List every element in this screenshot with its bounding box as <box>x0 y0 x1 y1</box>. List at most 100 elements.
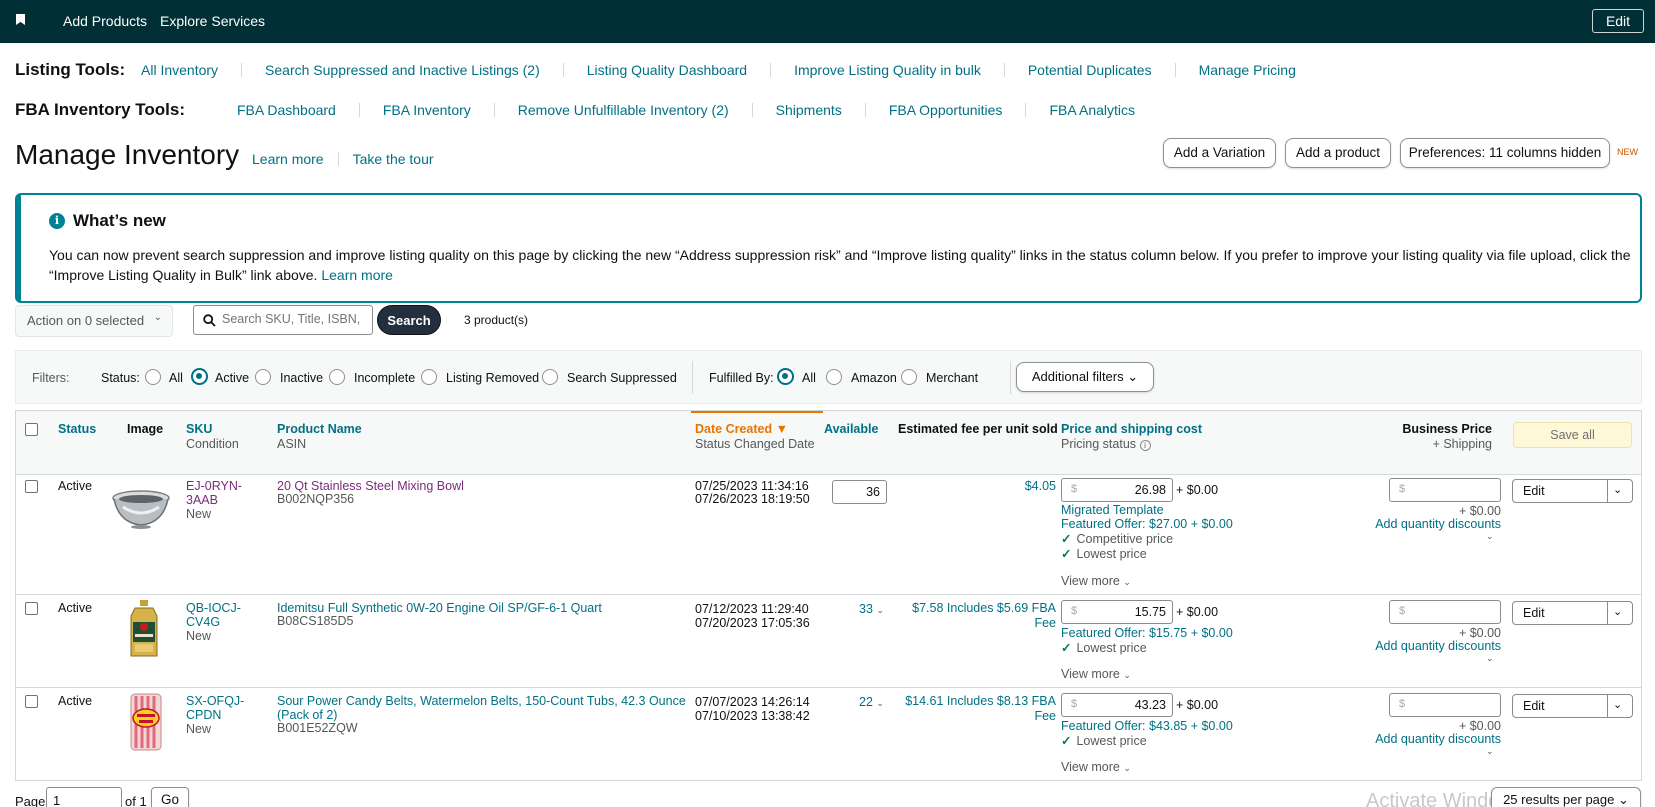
header-business-price: Business Price <box>1402 422 1492 436</box>
header-product-name[interactable]: Product Name <box>277 422 362 437</box>
checkmark-icon: ✓ <box>1061 641 1072 655</box>
status-radio-inactive[interactable] <box>255 369 271 385</box>
take-tour-link[interactable]: Take the tour <box>337 152 457 166</box>
link-shipments[interactable]: Shipments <box>751 103 865 117</box>
row-product-name[interactable]: Idemitsu Full Synthetic 0W-20 Engine Oil… <box>277 601 602 615</box>
available-input[interactable]: 36 <box>832 480 887 504</box>
price-input[interactable]: $43.23 <box>1061 693 1173 717</box>
divider <box>692 361 693 394</box>
page-of: of 1 <box>125 794 147 807</box>
add-quantity-discounts-link[interactable]: Add quantity discounts <box>1316 732 1501 746</box>
whats-new-learn-more[interactable]: Learn more <box>321 267 393 283</box>
bookmark-icon[interactable] <box>16 14 25 25</box>
status-radio-search-suppressed[interactable] <box>542 369 558 385</box>
listing-tools-title: Listing Tools: <box>15 60 126 79</box>
add-variation-button[interactable]: Add a Variation <box>1163 138 1276 168</box>
select-all-checkbox[interactable] <box>25 423 38 436</box>
business-price-input[interactable]: $ <box>1389 600 1501 624</box>
business-price-input[interactable]: $ <box>1389 478 1501 502</box>
edit-nav-button[interactable]: Edit <box>1592 9 1644 33</box>
status-radio-incomplete[interactable] <box>329 369 345 385</box>
go-button[interactable]: Go <box>151 787 189 807</box>
status-radio-listing-removed[interactable] <box>421 369 437 385</box>
edit-row-button[interactable]: Edit ⌄ <box>1512 479 1633 503</box>
row-asin: B001E52ZQW <box>277 721 358 735</box>
link-fba-opportunities[interactable]: FBA Opportunities <box>864 103 1026 117</box>
header-price-shipping[interactable]: Price and shipping cost <box>1061 422 1202 437</box>
info-icon[interactable]: i <box>1139 440 1151 451</box>
row-product-name[interactable]: Sour Power Candy Belts, Watermelon Belts… <box>277 694 693 722</box>
status-radio-active[interactable] <box>191 368 208 385</box>
results-per-page-dropdown[interactable]: 25 results per page ⌄ <box>1491 787 1641 807</box>
row-fee[interactable]: $7.58 Includes $5.69 FBA <box>896 601 1056 615</box>
fulfilled-radio-amazon[interactable] <box>826 369 842 385</box>
fulfilled-radio-merchant[interactable] <box>901 369 917 385</box>
add-quantity-discounts-link[interactable]: Add quantity discounts <box>1316 517 1501 531</box>
row-fee[interactable]: $4.05 <box>896 479 1056 493</box>
row-product-name[interactable]: 20 Qt Stainless Steel Mixing Bowl <box>277 479 464 493</box>
chevron-down-icon[interactable]: ⌄ <box>1486 651 1494 665</box>
price-input[interactable]: $26.98 <box>1061 478 1173 502</box>
edit-row-button[interactable]: Edit ⌄ <box>1512 694 1633 718</box>
link-fba-dashboard[interactable]: FBA Dashboard <box>237 103 359 117</box>
product-image-candy[interactable] <box>129 692 163 752</box>
save-all-button[interactable]: Save all <box>1513 422 1632 448</box>
header-available[interactable]: Available <box>824 422 878 437</box>
add-products-link[interactable]: Add Products <box>63 13 147 29</box>
link-all-inventory[interactable]: All Inventory <box>141 63 241 77</box>
row-checkbox[interactable] <box>25 480 38 493</box>
header-date-created[interactable]: Date Created ▼ <box>695 422 788 437</box>
fulfilled-radio-all[interactable] <box>777 368 794 385</box>
preferences-button[interactable]: Preferences: 11 columns hidden <box>1400 138 1610 168</box>
chevron-down-icon[interactable]: ⌄ <box>1486 529 1494 543</box>
product-image-oil[interactable] <box>129 600 159 658</box>
row-sku[interactable]: EJ-0RYN-3AAB <box>186 479 246 507</box>
add-product-button[interactable]: Add a product <box>1285 138 1391 168</box>
listing-tools-nav: All Inventory Search Suppressed and Inac… <box>141 63 1319 77</box>
chevron-down-icon[interactable]: ⌄ <box>1486 744 1494 758</box>
link-potential-duplicates[interactable]: Potential Duplicates <box>1003 63 1175 77</box>
fulfilled-option-label: Amazon <box>851 371 897 385</box>
chevron-down-icon: ⌄ <box>1123 577 1131 587</box>
header-sku[interactable]: SKU <box>186 422 212 437</box>
row-sku[interactable]: QB-IOCJ-CV4G <box>186 601 246 629</box>
business-shipping: + $0.00 <box>1458 626 1501 640</box>
page-input[interactable]: 1 <box>46 787 122 807</box>
row-fee-suffix: Fee <box>1034 709 1056 723</box>
business-price-input[interactable]: $ <box>1389 693 1501 717</box>
row-fee[interactable]: $14.61 Includes $8.13 FBA <box>896 694 1056 708</box>
view-more-link[interactable]: View more ⌄ <box>1061 760 1131 775</box>
chevron-down-icon[interactable]: ⌄ <box>1613 483 1622 496</box>
price-input[interactable]: $15.75 <box>1061 600 1173 624</box>
link-improve-listing-quality[interactable]: Improve Listing Quality in bulk <box>770 63 1004 77</box>
search-input[interactable] <box>222 312 370 326</box>
link-manage-pricing[interactable]: Manage Pricing <box>1174 63 1319 77</box>
link-fba-inventory[interactable]: FBA Inventory <box>358 103 494 117</box>
learn-more-link[interactable]: Learn more <box>252 152 338 166</box>
row-available[interactable]: 33 ⌄ <box>859 602 884 617</box>
view-more-link[interactable]: View more ⌄ <box>1061 667 1131 682</box>
row-sku[interactable]: SX-OFQJ-CPDN <box>186 694 246 722</box>
row-condition: New <box>186 629 212 643</box>
chevron-down-icon[interactable]: ⌄ <box>1613 698 1622 711</box>
edit-row-button[interactable]: Edit ⌄ <box>1512 601 1633 625</box>
add-quantity-discounts-link[interactable]: Add quantity discounts <box>1316 639 1501 653</box>
search-button[interactable]: Search <box>377 305 441 335</box>
row-checkbox[interactable] <box>25 602 38 615</box>
row-available[interactable]: 22 ⌄ <box>859 695 884 710</box>
row-checkbox[interactable] <box>25 695 38 708</box>
migrated-template-link[interactable]: Migrated Template <box>1061 503 1164 517</box>
action-dropdown[interactable]: Action on 0 selected ⌄ <box>15 305 173 337</box>
link-search-suppressed[interactable]: Search Suppressed and Inactive Listings … <box>241 63 563 77</box>
explore-services-link[interactable]: Explore Services <box>160 13 265 29</box>
divider <box>16 594 1641 595</box>
link-remove-unfulfillable[interactable]: Remove Unfulfillable Inventory (2) <box>493 103 752 117</box>
view-more-link[interactable]: View more ⌄ <box>1061 574 1131 589</box>
product-image-bowl[interactable] <box>111 489 171 529</box>
link-listing-quality-dashboard[interactable]: Listing Quality Dashboard <box>562 63 770 77</box>
chevron-down-icon[interactable]: ⌄ <box>1613 605 1622 618</box>
status-radio-all[interactable] <box>145 369 161 385</box>
header-status[interactable]: Status <box>58 422 96 437</box>
additional-filters-button[interactable]: Additional filters ⌄ <box>1016 362 1154 392</box>
link-fba-analytics[interactable]: FBA Analytics <box>1025 103 1158 117</box>
